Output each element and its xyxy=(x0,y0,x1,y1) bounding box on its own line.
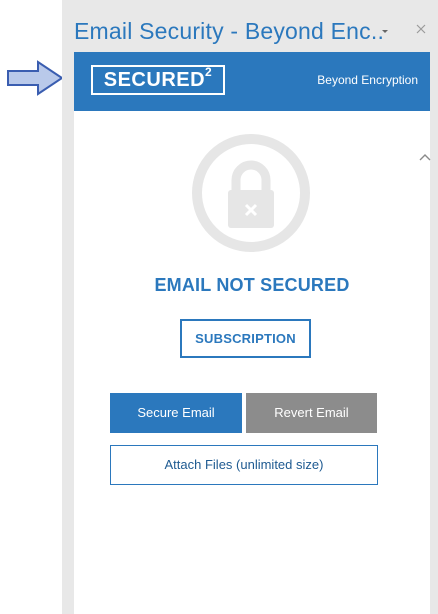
revert-email-button[interactable]: Revert Email xyxy=(246,393,377,433)
app-header: SECURED2 Beyond Encryption xyxy=(74,52,430,111)
caret-down-icon[interactable] xyxy=(378,24,392,38)
arrow-right-icon xyxy=(7,60,64,96)
logo-text: SECURED xyxy=(103,69,206,91)
lock-icon xyxy=(228,160,274,228)
pane-title: Email Security - Beyond Enc.. xyxy=(74,18,385,44)
attach-files-button[interactable]: Attach Files (unlimited size) xyxy=(110,445,378,485)
status-title: EMAIL NOT SECURED xyxy=(154,275,350,295)
chevron-up-icon[interactable] xyxy=(418,152,432,162)
page: Email Security - Beyond Enc.. SECURED2 B… xyxy=(0,0,438,614)
logo-superscript: 2 xyxy=(205,65,213,80)
lock-status-circle xyxy=(192,134,310,252)
close-icon[interactable] xyxy=(414,22,428,36)
secured-logo: SECURED2 xyxy=(91,65,225,95)
pane-titlebar: Email Security - Beyond Enc.. xyxy=(62,0,438,52)
addin-content: SECURED2 Beyond Encryption EMAIL NOT SEC… xyxy=(74,52,432,614)
brand-name: Beyond Encryption xyxy=(317,73,418,87)
subscription-button[interactable]: SUBSCRIPTION xyxy=(180,319,311,358)
task-pane: Email Security - Beyond Enc.. SECURED2 B… xyxy=(62,0,438,614)
secure-email-button[interactable]: Secure Email xyxy=(110,393,242,433)
